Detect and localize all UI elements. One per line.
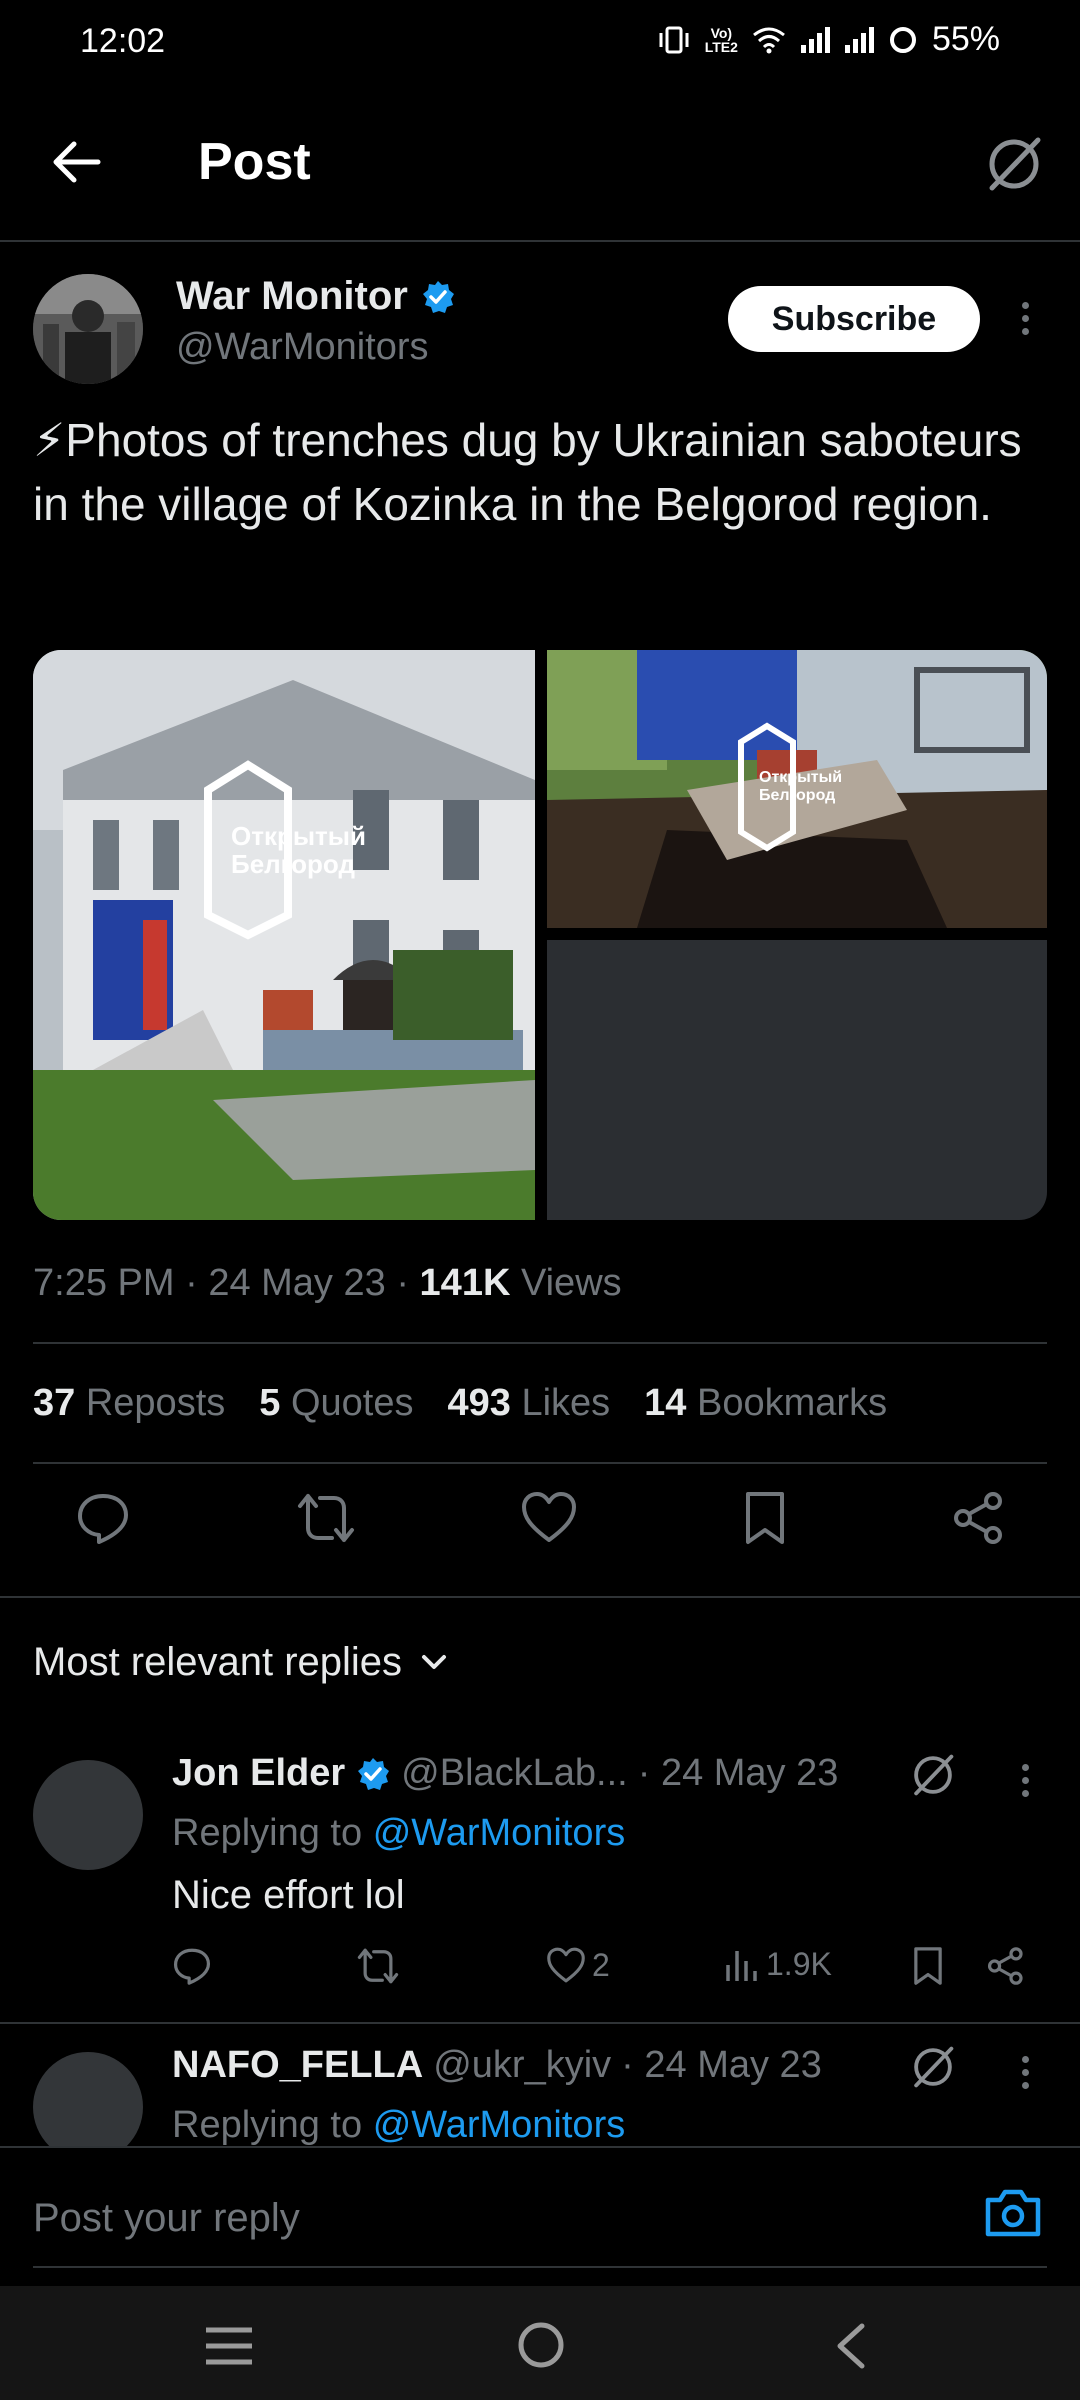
page-title: Post — [198, 133, 311, 191]
camera-button[interactable] — [984, 2186, 1042, 2238]
replying-to: Replying to @WarMonitors — [172, 1812, 626, 1854]
header-divider — [0, 240, 1080, 242]
grok-button[interactable] — [984, 134, 1044, 194]
system-nav-bar — [0, 2286, 1080, 2400]
reply-text: Nice effort lol — [172, 1873, 405, 1917]
reply-author-handle[interactable]: @ukr_kyiv — [433, 2044, 611, 2087]
reposts-stat[interactable]: 37 Reposts — [33, 1382, 225, 1425]
reply-date: · 24 May 23 — [621, 2044, 822, 2086]
verified-badge-icon — [422, 280, 454, 313]
reply-input[interactable]: Post your reply — [33, 2196, 300, 2241]
reply-icon[interactable] — [75, 1490, 131, 1546]
media-grid: Открытый Белгород Открытый Белгород — [33, 650, 1047, 1220]
media-photo-2[interactable]: Открытый Белгород — [547, 650, 1047, 928]
signal-icon-1 — [800, 26, 830, 53]
home-icon[interactable] — [516, 2320, 566, 2370]
grok-button[interactable] — [910, 2044, 956, 2090]
battery-level: 55% — [931, 20, 1000, 58]
like-icon — [547, 1947, 585, 1983]
share-icon[interactable] — [986, 1946, 1026, 1986]
analytics-icon — [726, 1950, 757, 1981]
repost-icon[interactable] — [296, 1490, 356, 1546]
volte-icon: Vo) LTE2 — [704, 24, 738, 55]
likes-stat[interactable]: 493 Likes — [447, 1382, 610, 1425]
chevron-down-icon — [422, 1654, 447, 1669]
signal-icon-2 — [844, 26, 874, 53]
recent-apps-icon[interactable] — [204, 2326, 254, 2366]
reply-header: Jon Elder @BlackLab... · 24 May 23 — [172, 1752, 838, 1795]
reply-author-name[interactable]: Jon Elder — [172, 1752, 345, 1795]
watermark: Открытый Белгород — [203, 760, 366, 940]
vibrate-icon — [659, 26, 689, 53]
subscribe-button[interactable]: Subscribe — [728, 286, 980, 352]
replying-to-link[interactable]: @WarMonitors — [373, 2104, 626, 2146]
reply-view-count: 1.9K — [766, 1946, 832, 1982]
more-options-icon[interactable] — [1022, 1764, 1029, 1797]
reply-avatar[interactable] — [33, 1760, 143, 1870]
meta-divider — [33, 1342, 1047, 1344]
status-time: 12:02 — [80, 22, 166, 60]
replying-to-link[interactable]: @WarMonitors — [373, 1812, 626, 1854]
composer-underline — [33, 2266, 1047, 2268]
views-count: 141K — [419, 1262, 511, 1304]
avatar-photo — [33, 274, 143, 384]
quotes-stat[interactable]: 5 Quotes — [259, 1382, 413, 1425]
stats-divider — [33, 1462, 1047, 1464]
bookmarks-stat[interactable]: 14 Bookmarks — [644, 1382, 887, 1425]
reply-header: NAFO_FELLA @ukr_kyiv · 24 May 23 — [172, 2044, 822, 2087]
back-button[interactable] — [50, 140, 102, 184]
battery-ring-icon — [889, 26, 916, 53]
post-text: ⚡Photos of trenches dug by Ukrainian sab… — [33, 414, 1022, 530]
repost-icon[interactable] — [356, 1946, 400, 1986]
grok-icon — [914, 2046, 954, 2088]
grok-icon — [989, 137, 1041, 191]
status-icons: Vo) LTE2 55% — [657, 20, 1000, 59]
reply-like[interactable]: 2 — [546, 1946, 610, 1984]
bookmark-icon[interactable] — [743, 1490, 787, 1546]
reply-like-count: 2 — [592, 1946, 610, 1983]
wifi-icon — [753, 27, 785, 53]
post-actions — [33, 1490, 1047, 1546]
arrow-left-icon — [53, 141, 101, 183]
reply-divider — [0, 2022, 1080, 2024]
like-icon[interactable] — [520, 1490, 578, 1544]
media-photo-1[interactable]: Открытый Белгород — [33, 650, 535, 1220]
replying-to: Replying to @WarMonitors — [172, 2104, 626, 2146]
more-options-icon[interactable] — [1022, 2056, 1029, 2089]
camera-icon — [985, 2189, 1041, 2237]
replies-sort-dropdown[interactable]: Most relevant replies — [33, 1640, 448, 1685]
author-handle[interactable]: @WarMonitors — [176, 326, 429, 369]
bookmark-icon[interactable] — [912, 1946, 944, 1986]
reply-author-name[interactable]: NAFO_FELLA — [172, 2044, 423, 2087]
grok-button[interactable] — [910, 1752, 956, 1798]
avatar[interactable] — [33, 274, 143, 384]
actions-divider — [0, 1596, 1080, 1598]
reply-date: · 24 May 23 — [637, 1752, 839, 1794]
back-nav-icon[interactable] — [832, 2322, 868, 2370]
share-icon[interactable] — [951, 1490, 1007, 1546]
post-timestamp: 7:25 PM · 24 May 23 · 141K Views — [33, 1262, 622, 1304]
reply-author-handle[interactable]: @BlackLab... — [401, 1752, 628, 1795]
verified-badge-icon — [358, 1757, 390, 1790]
more-options-icon[interactable] — [1022, 302, 1029, 335]
media-photo-3-placeholder[interactable] — [547, 940, 1047, 1220]
watermark-small: Открытый Белгород — [737, 722, 842, 852]
engagement-stats: 37 Reposts 5 Quotes 493 Likes 14 Bookmar… — [33, 1382, 887, 1425]
reply-views[interactable]: 1.9K — [724, 1946, 832, 1983]
grok-icon — [914, 1754, 954, 1796]
reply-icon[interactable] — [172, 1946, 212, 1986]
author-name[interactable]: War Monitor — [176, 274, 456, 319]
